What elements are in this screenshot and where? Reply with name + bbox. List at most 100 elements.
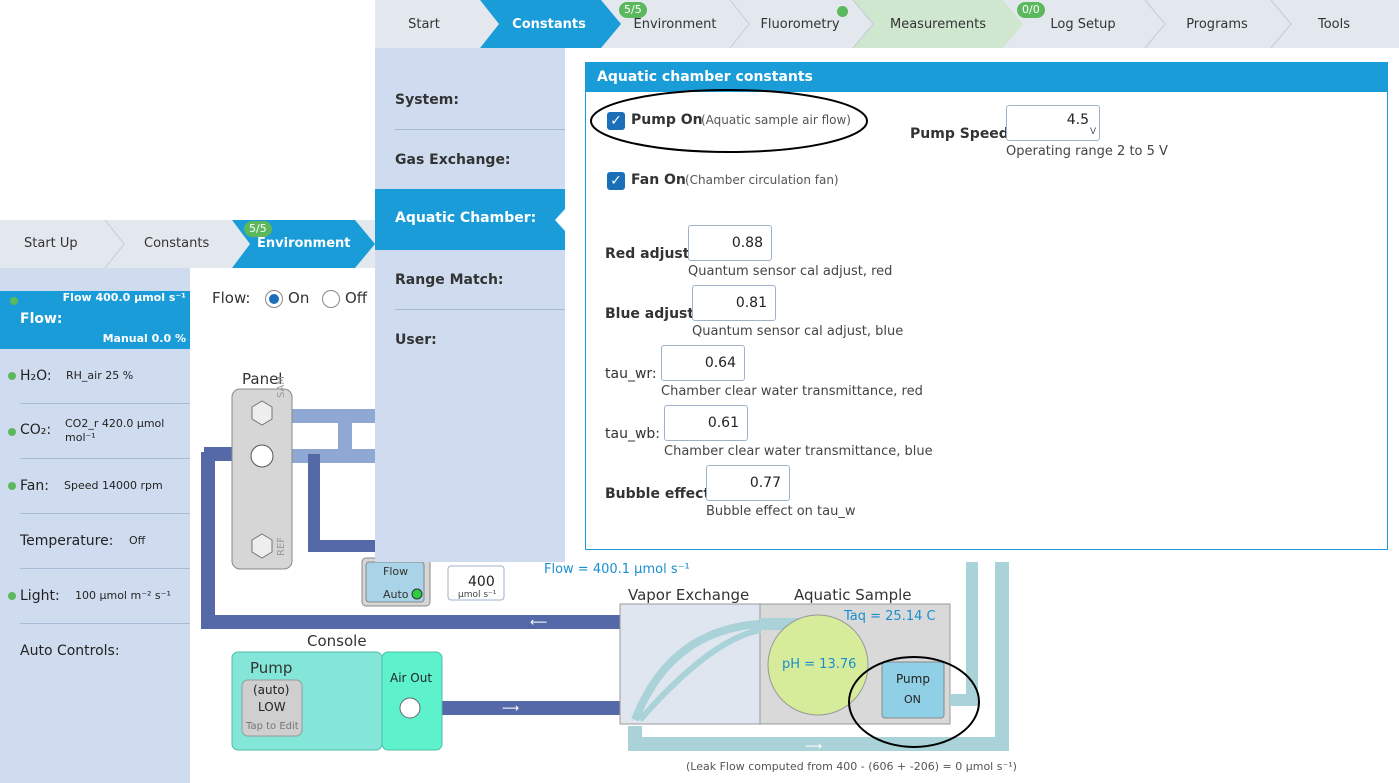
- tau-wr-label: tau_wr:: [605, 366, 657, 382]
- sidebar-item-label: H₂O:: [20, 368, 52, 384]
- sidebar-item-co2[interactable]: CO₂: CO2_r 420.0 µmol mol⁻¹: [0, 404, 190, 459]
- tab-log-setup[interactable]: Log Setup: [1043, 0, 1123, 48]
- flow-auto-label: Auto: [383, 588, 409, 601]
- tab-measurements[interactable]: Measurements: [885, 0, 991, 48]
- bubble-effect-label: Bubble effect:: [605, 486, 716, 502]
- sidebar-item-aquatic-chamber[interactable]: Aquatic Chamber:: [375, 189, 565, 250]
- pump-level[interactable]: LOW: [258, 700, 286, 714]
- tab-fluorometry[interactable]: Fluorometry: [755, 0, 845, 48]
- flow-control: Flow: On Off: [212, 289, 367, 308]
- fan-on-hint: (Chamber circulation fan): [685, 173, 839, 187]
- fan-on-label: Fan On: [631, 172, 686, 188]
- ref-label: REF: [276, 536, 287, 556]
- leak-note: (Leak Flow computed from 400 - (606 + -2…: [686, 760, 1017, 773]
- environment-badge: 5/5: [244, 221, 272, 237]
- highlight-ellipse: [590, 89, 868, 153]
- sidebar-item-flow[interactable]: Flow 400.0 µmol s⁻¹ Flow: Manual 0.0 %: [0, 291, 200, 349]
- red-adjust-hint: Quantum sensor cal adjust, red: [688, 264, 893, 279]
- air-out-label: Air Out: [390, 671, 433, 685]
- sidebar-item-temperature[interactable]: Temperature: Off: [0, 514, 190, 569]
- vapor-exchange-label: Vapor Exchange: [628, 586, 750, 604]
- console-label: Console: [307, 632, 367, 650]
- flow-value: Flow 400.0 µmol s⁻¹: [62, 291, 186, 304]
- sidebar-item-value: CO2_r 420.0 µmol mol⁻¹: [65, 417, 165, 444]
- tau-wr-field[interactable]: 0.64: [661, 345, 745, 381]
- svg-text:⟵: ⟵: [530, 615, 547, 629]
- aquatic-pump-label[interactable]: Pump: [896, 672, 930, 686]
- tab-constants[interactable]: Constants: [499, 0, 599, 48]
- tab-start-up[interactable]: Start Up: [399, 0, 449, 82]
- flow-auto-led: [411, 588, 423, 600]
- status-dot: [8, 372, 16, 380]
- sidebar-item-h2o[interactable]: H₂O: RH_air 25 %: [0, 349, 190, 404]
- sidebar-item-label: Auto Controls:: [20, 643, 120, 659]
- sidebar-item-light[interactable]: Light: 100 µmol m⁻² s⁻¹: [0, 569, 190, 624]
- sidebar-item-label: CO₂:: [20, 422, 52, 438]
- blue-adjust-value: 0.81: [735, 295, 767, 311]
- fan-on-checkbox[interactable]: ✓: [607, 172, 625, 190]
- sidebar-item-value: Off: [129, 534, 146, 547]
- status-dot: [10, 297, 18, 305]
- tau-wb-hint: Chamber clear water transmittance, blue: [664, 444, 933, 459]
- flow-on-radio[interactable]: [265, 289, 284, 308]
- flow-off-label: Off: [344, 289, 368, 307]
- flow-on-label: On: [288, 289, 310, 307]
- air-out-port: [399, 697, 421, 719]
- sam-label: SAM: [276, 375, 287, 398]
- front-tab-bar: Start Up Constants Environment 5/5 Fluor…: [375, 0, 1399, 82]
- bubble-effect-hint: Bubble effect on tau_w: [706, 504, 856, 519]
- tau-wr-hint: Chamber clear water transmittance, red: [661, 384, 923, 399]
- blue-adjust-field[interactable]: 0.81: [692, 285, 776, 321]
- sidebar-item-system[interactable]: System:: [395, 92, 459, 108]
- sidebar-item-range-match[interactable]: Range Match:: [395, 272, 504, 288]
- red-adjust-label: Red adjust:: [605, 246, 696, 262]
- tab-programs[interactable]: Programs: [1175, 0, 1259, 48]
- pump-label: Pump: [250, 659, 293, 677]
- sidebar-item-label: Light:: [20, 588, 60, 604]
- bubble-effect-field[interactable]: 0.77: [706, 465, 790, 501]
- pump-speed-label: Pump Speed:: [910, 126, 1015, 142]
- taq-readout: Taq = 25.14 C: [844, 609, 936, 624]
- back-tab-start-up[interactable]: Start Up: [24, 220, 78, 268]
- sidebar-item-value: Speed 14000 rpm: [64, 479, 163, 492]
- sidebar-item-label: Temperature:: [20, 533, 114, 549]
- flow-control-label: Flow:: [212, 289, 251, 307]
- svg-text:⟶: ⟶: [805, 739, 822, 753]
- sidebar-item-label: Flow:: [20, 311, 63, 327]
- tab-tools[interactable]: Tools: [1299, 0, 1369, 48]
- flow-manual-value: Manual 0.0 %: [102, 332, 186, 345]
- aquatic-constants-panel: Aquatic chamber constants ✓ Pump On (Aqu…: [585, 62, 1388, 550]
- sidebar-item-user[interactable]: User:: [395, 332, 437, 348]
- status-dot: [8, 592, 16, 600]
- pump-speed-hint: Operating range 2 to 5 V: [1006, 144, 1168, 159]
- sidebar-item-value: 100 µmol m⁻² s⁻¹: [75, 589, 171, 602]
- pump-speed-field[interactable]: 4.5: [1006, 105, 1100, 141]
- back-sidebar: Flow 400.0 µmol s⁻¹ Flow: Manual 0.0 % H…: [0, 268, 200, 783]
- tau-wb-field[interactable]: 0.61: [664, 405, 748, 441]
- flow-readout: Flow = 400.1 µmol s⁻¹: [544, 562, 690, 577]
- blue-adjust-hint: Quantum sensor cal adjust, blue: [692, 324, 904, 339]
- divider: [395, 129, 565, 130]
- pump-mode[interactable]: (auto): [253, 683, 289, 697]
- sidebar-item-fan[interactable]: Fan: Speed 14000 rpm: [0, 459, 190, 514]
- ph-readout: pH = 13.76: [782, 657, 857, 672]
- sidebar-item-gas-exchange[interactable]: Gas Exchange:: [395, 152, 511, 168]
- flow-unit: µmol s⁻¹: [458, 590, 497, 600]
- aquatic-pump-button: [881, 661, 945, 719]
- tau-wr-value: 0.64: [704, 355, 736, 371]
- panel-sam-tube: [290, 409, 376, 463]
- flow-off-radio[interactable]: [322, 289, 341, 308]
- red-adjust-field[interactable]: 0.88: [688, 225, 772, 261]
- tau-wb-label: tau_wb:: [605, 426, 660, 442]
- red-adjust-value: 0.88: [731, 235, 763, 251]
- status-dot: [8, 428, 16, 436]
- flow-value[interactable]: 400: [468, 574, 495, 590]
- sidebar-item-auto-controls[interactable]: Auto Controls:: [0, 624, 190, 679]
- back-tab-constants[interactable]: Constants: [144, 220, 209, 268]
- bubble-effect-value: 0.77: [749, 475, 781, 491]
- status-dot: [8, 482, 16, 490]
- tau-wb-value: 0.61: [707, 415, 739, 431]
- front-sidebar: System: Gas Exchange: Aquatic Chamber: R…: [375, 48, 565, 562]
- aquatic-pump-state[interactable]: ON: [904, 693, 921, 706]
- active-arrow: [555, 209, 565, 231]
